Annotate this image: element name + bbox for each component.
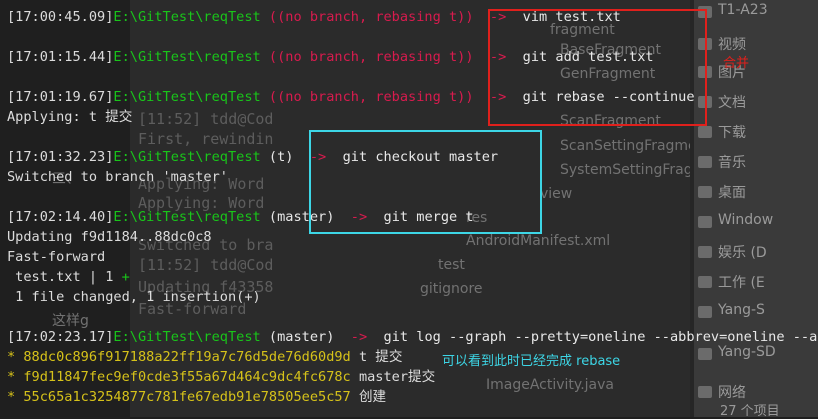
output-line: Updating f9d1184..88dc0c8 bbox=[7, 229, 212, 245]
output-line: Applying: t 提交 bbox=[7, 109, 133, 125]
output-line: Switched to branch 'master' bbox=[7, 169, 228, 185]
output-line: 1 file changed, 1 insertion(+) bbox=[7, 289, 261, 305]
rebase-complete-note: 可以看到此时已经完成 rebase bbox=[442, 354, 621, 369]
log-line: * 88dc0c896f917188a22ff19a7c76d5de76d60d… bbox=[7, 349, 403, 365]
rebase-commands-highlight bbox=[488, 9, 707, 126]
merge-label: 合并 bbox=[723, 56, 750, 71]
prompt-line: [17:02:23.17]E:\GitTest\reqTest (master)… bbox=[7, 329, 818, 345]
log-line: * f9d11847fec9ef0cde3f55a67d464c9dc4fc67… bbox=[7, 369, 436, 385]
output-line: Fast-forward bbox=[7, 249, 106, 265]
log-line: * 55c65a1c3254877c781fe67edb91e78505ee5c… bbox=[7, 389, 387, 405]
output-line: test.txt | 1 + bbox=[7, 269, 130, 285]
merge-commands-highlight bbox=[309, 130, 542, 234]
